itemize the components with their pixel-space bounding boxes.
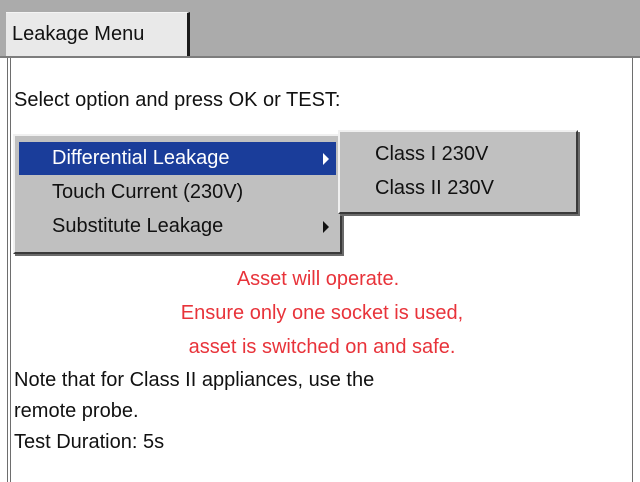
warning-line: asset is switched on and safe. <box>188 336 456 358</box>
instruction-prompt: Select option and press OK or TEST: <box>14 89 341 111</box>
menu-item-differential-leakage[interactable]: Differential Leakage <box>19 142 336 175</box>
tab-label: Leakage Menu <box>12 23 145 45</box>
submenu-item-label: Class II 230V <box>375 177 494 199</box>
submenu-item-class-i-230v[interactable]: Class I 230V <box>344 138 572 171</box>
test-duration: Test Duration: 5s <box>14 431 165 453</box>
menu-item-substitute-leakage[interactable]: Substitute Leakage <box>19 210 336 243</box>
tab-bar: Leakage Menu <box>0 0 640 58</box>
menu-item-label: Touch Current (230V) <box>52 181 244 203</box>
differential-leakage-submenu: Class I 230V Class II 230V <box>338 130 578 214</box>
leakage-menu-screen: Leakage Menu Select option and press OK … <box>0 0 640 482</box>
submenu-item-class-ii-230v[interactable]: Class II 230V <box>344 172 572 205</box>
warning-line: Ensure only one socket is used, <box>180 302 464 324</box>
menu-item-label: Substitute Leakage <box>52 215 224 237</box>
triangle-right-icon <box>323 153 329 165</box>
triangle-right-icon <box>323 221 329 233</box>
note-text: remote probe. <box>14 400 139 422</box>
warning-line: Asset will operate. <box>236 268 400 290</box>
menu-item-label: Differential Leakage <box>52 147 230 169</box>
leakage-options-menu: Differential Leakage Touch Current (230V… <box>13 134 342 254</box>
note-text: Note that for Class II appliances, use t… <box>14 369 375 391</box>
menu-item-touch-current[interactable]: Touch Current (230V) <box>19 176 336 209</box>
tab-leakage-menu[interactable]: Leakage Menu <box>6 12 190 58</box>
submenu-item-label: Class I 230V <box>375 143 489 165</box>
